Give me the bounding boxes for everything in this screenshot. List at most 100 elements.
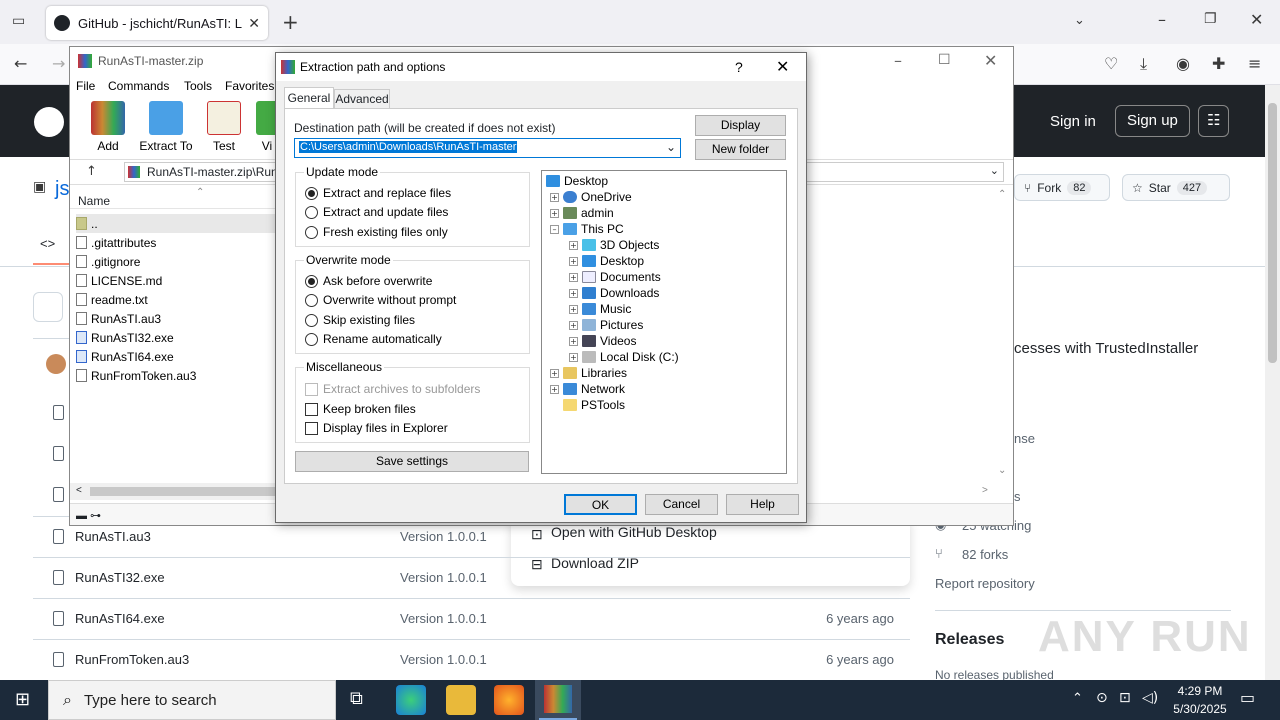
help-icon[interactable]: ?: [735, 59, 743, 75]
menu-tools[interactable]: Tools: [184, 79, 212, 93]
file-name[interactable]: RunFromToken.au3: [75, 652, 189, 667]
display-button[interactable]: Display: [695, 115, 786, 136]
clock-time[interactable]: 4:29 PM: [1174, 684, 1226, 698]
vertical-scrollbar[interactable]: ⌃ ⌄: [996, 189, 1010, 481]
list-item[interactable]: .gitattributes: [76, 233, 156, 252]
report-link[interactable]: Report repository: [935, 576, 1035, 591]
collapse-icon[interactable]: –: [550, 224, 559, 234]
tab-list-icon[interactable]: ▭: [12, 14, 25, 28]
fork-button[interactable]: ⑂ Fork 82: [1014, 174, 1110, 201]
tree-item-onedrive[interactable]: + OneDrive: [550, 190, 632, 204]
forks-link[interactable]: 82 forks: [962, 547, 1008, 562]
table-row[interactable]: RunAsTI64.exe Version 1.0.0.1 6 years ago: [33, 598, 910, 639]
github-logo-icon[interactable]: [34, 107, 64, 137]
tab-general[interactable]: General: [284, 87, 334, 109]
path-dropdown-icon[interactable]: ⌄: [666, 140, 676, 154]
tree-item-admin[interactable]: + admin: [550, 206, 614, 220]
ok-button[interactable]: OK: [564, 494, 637, 515]
rename-automatically-radio[interactable]: Rename automatically: [305, 332, 442, 346]
tree-item-music[interactable]: + Music: [569, 302, 631, 316]
menu-file[interactable]: File: [76, 79, 95, 93]
expand-icon[interactable]: +: [569, 256, 578, 266]
tree-item-videos[interactable]: + Videos: [569, 334, 636, 348]
tab-overflow-chevron-icon[interactable]: ⌄: [1074, 14, 1085, 27]
extract-update-radio[interactable]: Extract and update files: [305, 205, 448, 219]
sign-up-button[interactable]: Sign up: [1115, 105, 1190, 137]
close-icon[interactable]: ✕: [1250, 12, 1263, 28]
help-button[interactable]: Help: [726, 494, 799, 515]
expand-icon[interactable]: +: [569, 336, 578, 346]
table-row[interactable]: RunFromToken.au3 Version 1.0.0.1 6 years a…: [33, 639, 910, 680]
extract-subfolders-checkbox[interactable]: Extract archives to subfolders: [305, 382, 480, 396]
test-button[interactable]: Test: [206, 101, 242, 153]
file-name[interactable]: RunAsTI.au3: [75, 529, 151, 544]
list-item[interactable]: ..: [76, 214, 276, 233]
avatar[interactable]: [46, 354, 66, 374]
tab-advanced[interactable]: Advanced: [334, 89, 390, 109]
overwrite-without-prompt-radio[interactable]: Overwrite without prompt: [305, 293, 456, 307]
tree-item-local-disk[interactable]: + Local Disk (C:): [569, 350, 679, 364]
expand-icon[interactable]: +: [569, 288, 578, 298]
restore-icon[interactable]: ❐: [1204, 12, 1217, 26]
extensions-icon[interactable]: ✚: [1212, 56, 1225, 72]
skip-existing-radio[interactable]: Skip existing files: [305, 313, 415, 327]
commit-message[interactable]: Version 1.0.0.1: [400, 570, 487, 585]
close-icon[interactable]: ✕: [776, 59, 789, 75]
clock-date[interactable]: 5/30/2025: [1168, 702, 1232, 716]
firefox-icon[interactable]: [494, 685, 524, 715]
tree-item-libraries[interactable]: + Libraries: [550, 366, 627, 380]
notification-icon[interactable]: ▭: [1240, 690, 1255, 706]
destination-path-input[interactable]: C:\Users\admin\Downloads\RunAsTI-master …: [294, 138, 681, 158]
pocket-icon[interactable]: ♡: [1104, 56, 1118, 72]
add-button[interactable]: Add: [88, 101, 128, 153]
new-folder-button[interactable]: New folder: [695, 139, 786, 160]
horizontal-scrollbar[interactable]: <: [70, 483, 276, 500]
downloads-icon[interactable]: ⤓: [1140, 56, 1147, 72]
expand-icon[interactable]: +: [569, 240, 578, 250]
list-item[interactable]: RunAsTI64.exe: [76, 347, 174, 366]
sign-in-link[interactable]: Sign in: [1050, 113, 1096, 130]
folder-tree[interactable]: Desktop + OneDrive + admin – This PC +3D Ob…: [541, 170, 787, 474]
star-button[interactable]: ☆ Star 427: [1122, 174, 1230, 201]
list-item[interactable]: RunAsTI32.exe: [76, 328, 174, 347]
scrollbar-thumb[interactable]: [1268, 103, 1277, 363]
tree-item-thispc[interactable]: – This PC: [550, 222, 624, 236]
table-row[interactable]: RunAsTI32.exe Version 1.0.0.1: [33, 557, 910, 598]
tray-chevron-icon[interactable]: ⌃: [1072, 692, 1083, 705]
repo-owner[interactable]: js: [55, 178, 69, 201]
windows-start-icon[interactable]: ⊞: [15, 691, 30, 709]
expand-icon[interactable]: +: [550, 208, 559, 218]
maximize-icon[interactable]: ☐: [938, 53, 951, 67]
file-explorer-icon[interactable]: [446, 685, 476, 715]
close-icon[interactable]: ✕: [984, 53, 997, 69]
volume-icon[interactable]: ◁): [1142, 691, 1158, 705]
network-icon[interactable]: ⊡: [1119, 691, 1131, 705]
minimize-icon[interactable]: –: [894, 53, 902, 69]
column-header[interactable]: Name ⌃: [70, 187, 276, 209]
tree-item-3d-objects[interactable]: +3D Objects: [569, 238, 659, 252]
edge-icon[interactable]: [396, 685, 426, 715]
back-icon[interactable]: ←: [14, 56, 27, 72]
tree-item-pictures[interactable]: + Pictures: [569, 318, 643, 332]
expand-icon[interactable]: +: [550, 192, 559, 202]
scroll-right-icon[interactable]: >: [982, 485, 988, 496]
scroll-down-icon[interactable]: ⌄: [998, 465, 1006, 476]
stars-link[interactable]: s: [1014, 489, 1021, 504]
keep-broken-checkbox[interactable]: Keep broken files: [305, 402, 416, 416]
forward-icon[interactable]: →: [52, 56, 65, 72]
list-item[interactable]: LICENSE.md: [76, 271, 162, 290]
list-item[interactable]: RunAsTI.au3: [76, 309, 161, 328]
tray-app-icon[interactable]: ⊙: [1096, 691, 1108, 705]
extract-replace-radio[interactable]: Extract and replace files: [305, 186, 451, 200]
menu-icon[interactable]: ≡: [1248, 56, 1261, 72]
fresh-existing-radio[interactable]: Fresh existing files only: [305, 225, 448, 239]
expand-icon[interactable]: +: [569, 272, 578, 282]
file-name[interactable]: RunAsTI64.exe: [75, 611, 165, 626]
display-in-explorer-checkbox[interactable]: Display files in Explorer: [305, 421, 448, 435]
menu-commands[interactable]: Commands: [108, 79, 169, 93]
extract-to-button[interactable]: Extract To: [136, 101, 196, 153]
releases-title[interactable]: Releases: [935, 631, 1004, 649]
scroll-up-icon[interactable]: ⌃: [998, 189, 1006, 200]
license-link[interactable]: nse: [1014, 431, 1035, 446]
name-column[interactable]: Name: [78, 194, 110, 208]
